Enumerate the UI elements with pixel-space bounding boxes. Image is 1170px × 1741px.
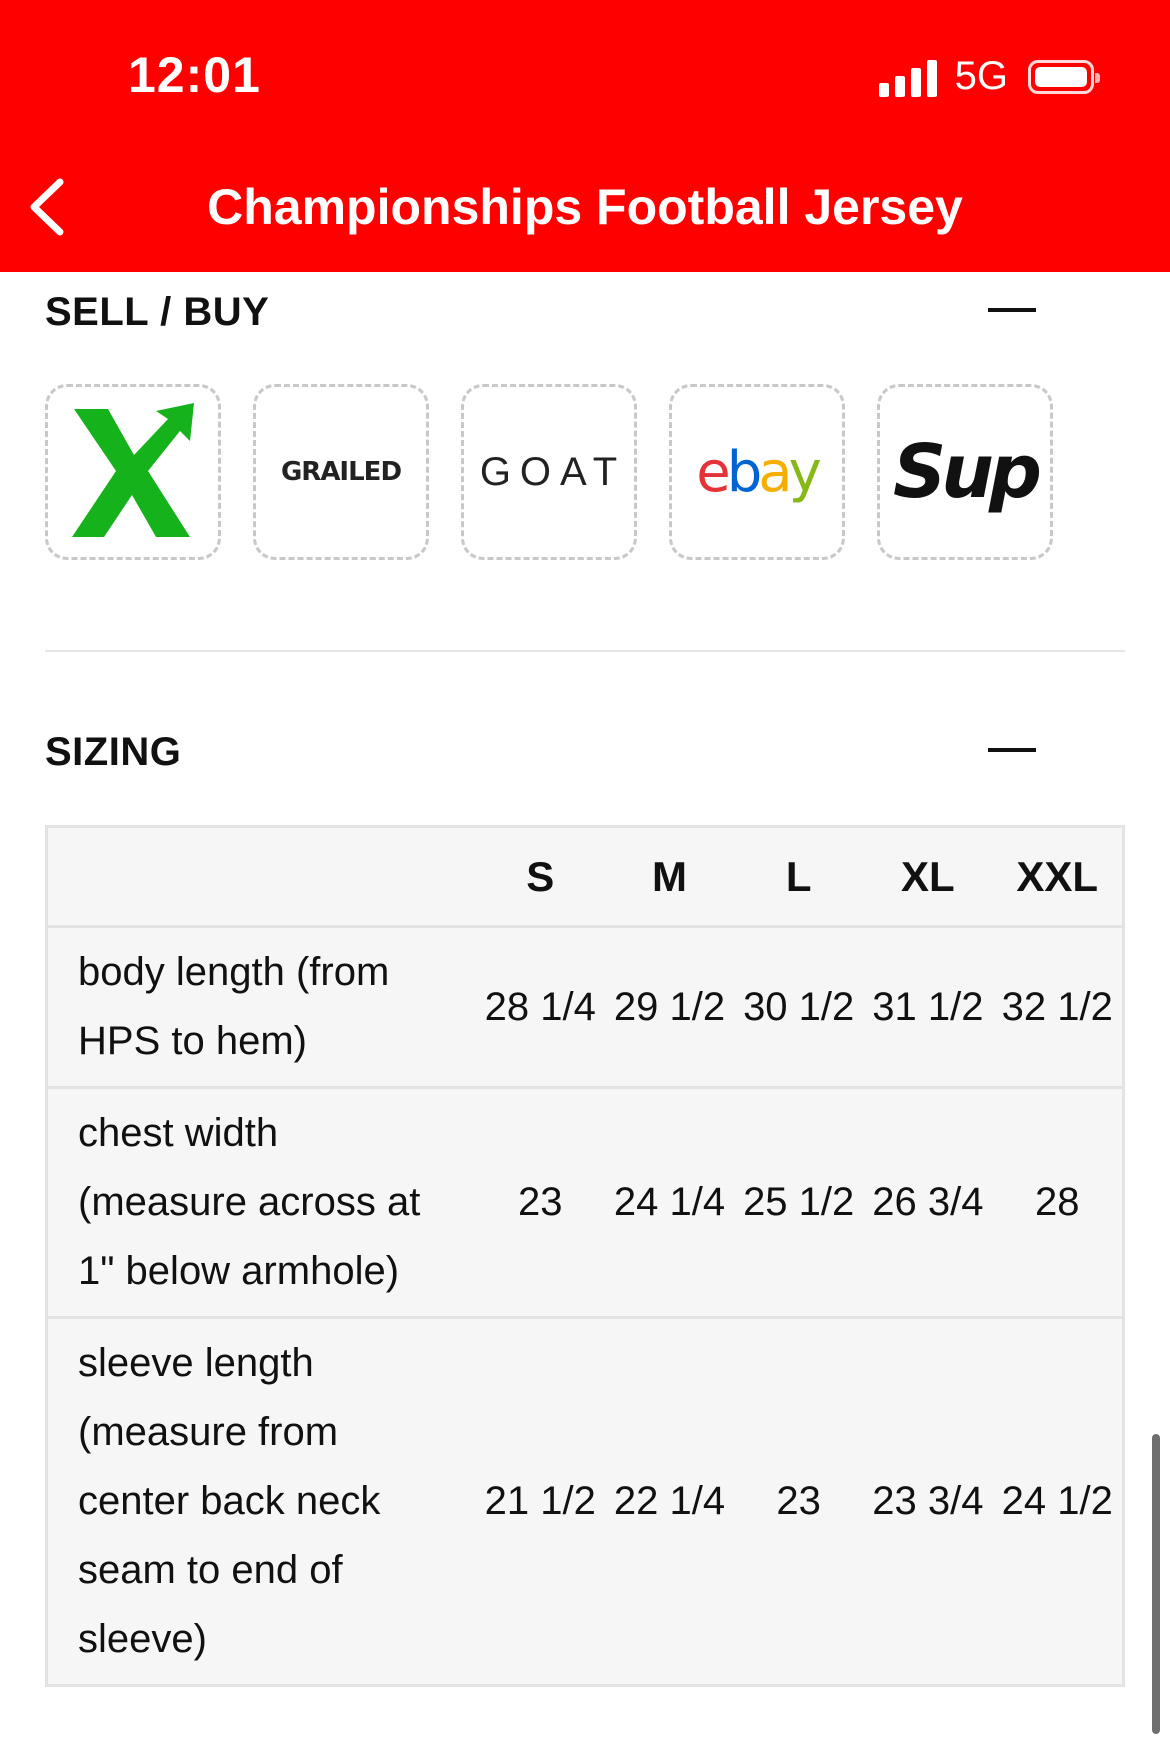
measurement-value: 22 1/4 [604, 1316, 735, 1687]
sizing-heading: SIZING [45, 730, 182, 774]
measurement-value: 25 1/2 [734, 1086, 864, 1319]
measurement-label: chest width (measure across at 1" below … [46, 1086, 476, 1319]
table-header-empty [46, 825, 476, 928]
measurement-value: 32 1/2 [992, 925, 1124, 1089]
scrollbar[interactable] [1152, 1434, 1160, 1734]
measurement-value: 24 1/2 [992, 1316, 1124, 1687]
table-row: sleeve length (measure from center back … [46, 1316, 1124, 1687]
measurement-label: sleeve length (measure from center back … [46, 1316, 476, 1687]
measurement-value: 29 1/2 [604, 925, 735, 1089]
size-column-header: XXL [992, 825, 1124, 928]
stockx-logo-icon [72, 403, 194, 537]
measurement-value: 23 3/4 [863, 1316, 993, 1687]
measurement-label: body length (from HPS to hem) [46, 925, 476, 1089]
supreme-logo-text: Sup [893, 429, 1042, 515]
ebay-logo-button[interactable]: ebay [669, 384, 845, 560]
battery-icon [1028, 59, 1100, 94]
platform-logos: GRAILED GOAT ebay Sup [45, 384, 1053, 560]
stockx-logo-button[interactable] [45, 384, 221, 560]
sizing-collapse-button[interactable] [988, 748, 1036, 752]
size-column-header: L [734, 825, 864, 928]
status-icons: 5G [878, 54, 1100, 99]
table-row: body length (from HPS to hem) 28 1/4 29 … [46, 925, 1124, 1089]
ebay-letter-y: y [788, 439, 822, 505]
goat-logo-button[interactable]: GOAT [461, 384, 637, 560]
measurement-value: 30 1/2 [734, 925, 864, 1089]
table-row: chest width (measure across at 1" below … [46, 1086, 1124, 1319]
sizing-table: S M L XL XXL body length (from HPS to he… [45, 825, 1125, 1687]
grailed-logo-text: GRAILED [280, 457, 402, 487]
size-column-header: M [604, 825, 735, 928]
ebay-letter-e: e [696, 439, 731, 505]
size-column-header: XL [863, 825, 993, 928]
table-header-row: S M L XL XXL [46, 825, 1124, 928]
grailed-logo-button[interactable]: GRAILED [253, 384, 429, 560]
size-column-header: S [475, 825, 605, 928]
ebay-logo-text: ebay [696, 439, 822, 505]
signal-icon [878, 57, 937, 97]
sell-buy-heading: SELL / BUY [45, 290, 270, 334]
supreme-logo-button[interactable]: Sup [877, 384, 1053, 560]
measurement-value: 23 [734, 1316, 864, 1687]
measurement-value: 21 1/2 [475, 1316, 605, 1687]
ebay-letter-a: a [758, 439, 792, 505]
section-divider [45, 650, 1125, 652]
measurement-value: 31 1/2 [863, 925, 993, 1089]
goat-logo-text: GOAT [479, 449, 627, 494]
app-header: 12:01 5G Championships Football Jersey [0, 0, 1170, 272]
page-title: Championships Football Jersey [207, 179, 963, 235]
measurement-value: 26 3/4 [863, 1086, 993, 1319]
measurement-value: 28 [992, 1086, 1124, 1319]
network-label: 5G [954, 54, 1008, 98]
ebay-letter-b: b [726, 439, 762, 505]
status-time: 12:01 [128, 47, 261, 103]
measurement-value: 23 [475, 1086, 605, 1319]
measurement-value: 28 1/4 [475, 925, 605, 1089]
sell-buy-collapse-button[interactable] [988, 308, 1036, 312]
measurement-value: 24 1/4 [604, 1086, 735, 1319]
